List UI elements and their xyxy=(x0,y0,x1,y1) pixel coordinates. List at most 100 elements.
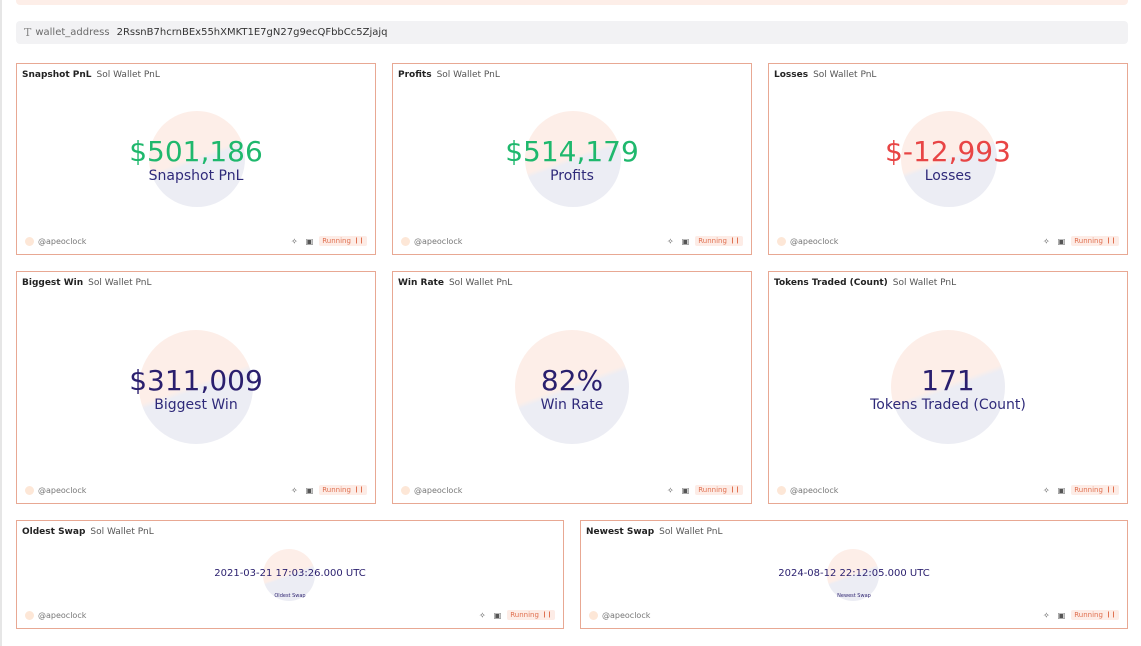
counter-label: Newest Swap xyxy=(837,593,871,599)
top-widget-edge xyxy=(16,0,1128,5)
author-handle[interactable]: @apeoclock xyxy=(414,237,462,246)
pause-icon: ❙❙ xyxy=(541,611,552,618)
sparkle-icon[interactable]: ✧ xyxy=(1043,486,1050,495)
sparkle-icon[interactable]: ✧ xyxy=(291,237,298,246)
author-handle[interactable]: @apeoclock xyxy=(414,486,462,495)
counter-visualization: 82% Win Rate xyxy=(393,272,751,503)
camera-icon[interactable]: ▣ xyxy=(494,611,502,620)
parameter-name: wallet_address xyxy=(35,27,110,38)
avatar[interactable] xyxy=(25,236,34,246)
author-handle[interactable]: @apeoclock xyxy=(38,611,86,620)
avatar[interactable] xyxy=(777,236,786,246)
running-status-badge[interactable]: Running ❙❙ xyxy=(1071,485,1119,495)
author-handle[interactable]: @apeoclock xyxy=(38,486,86,495)
card-footer: @apeoclock ✧ ▣ Running ❙❙ xyxy=(777,235,1119,247)
counter-value: $514,179 xyxy=(505,135,639,168)
camera-icon[interactable]: ▣ xyxy=(682,237,690,246)
avatar[interactable] xyxy=(401,485,410,495)
running-status-badge[interactable]: Running ❙❙ xyxy=(1071,236,1119,246)
counter-card-newest-swap[interactable]: Newest Swap Sol Wallet PnL 2024-08-12 22:… xyxy=(580,520,1128,629)
counter-value: $501,186 xyxy=(129,135,263,168)
pause-icon: ❙❙ xyxy=(1105,486,1116,493)
parameter-value[interactable]: 2RssnB7hcrnBEx55hXMKT1E7gN27g9ecQFbbCc5Z… xyxy=(117,27,388,38)
author-handle[interactable]: @apeoclock xyxy=(790,237,838,246)
wallet-address-parameter[interactable]: T wallet_address 2RssnB7hcrnBEx55hXMKT1E… xyxy=(16,21,1128,44)
author-handle[interactable]: @apeoclock xyxy=(790,486,838,495)
camera-icon[interactable]: ▣ xyxy=(306,486,314,495)
camera-icon[interactable]: ▣ xyxy=(1058,611,1066,620)
pause-icon: ❙❙ xyxy=(353,486,364,493)
avatar[interactable] xyxy=(25,485,34,495)
counter-value: $-12,993 xyxy=(885,135,1011,168)
card-footer: @apeoclock ✧ ▣ Running ❙❙ xyxy=(589,609,1119,621)
counter-value: 2021-03-21 17:03:26.000 UTC xyxy=(214,568,366,579)
counter-value: 82% xyxy=(540,364,604,397)
status-text: Running xyxy=(698,486,727,494)
running-status-badge[interactable]: Running ❙❙ xyxy=(1071,610,1119,620)
sparkle-icon[interactable]: ✧ xyxy=(479,611,486,620)
card-footer: @apeoclock ✧ ▣ Running ❙❙ xyxy=(25,484,367,496)
counter-value: 2024-08-12 22:12:05.000 UTC xyxy=(778,568,930,579)
avatar[interactable] xyxy=(25,610,34,620)
counter-card-losses[interactable]: Losses Sol Wallet PnL $-12,993 Losses @ap… xyxy=(768,63,1128,255)
running-status-badge[interactable]: Running ❙❙ xyxy=(319,485,367,495)
counter-visualization: $311,009 Biggest Win xyxy=(17,272,375,503)
camera-icon[interactable]: ▣ xyxy=(1058,486,1066,495)
counter-label: Snapshot PnL xyxy=(148,168,244,184)
pause-icon: ❙❙ xyxy=(1105,611,1116,618)
counter-label: Oldest Swap xyxy=(274,593,306,599)
left-scroll-rail xyxy=(0,0,2,646)
counter-label: Losses xyxy=(924,168,972,184)
pause-icon: ❙❙ xyxy=(1105,237,1116,244)
running-status-badge[interactable]: Running ❙❙ xyxy=(319,236,367,246)
running-status-badge[interactable]: Running ❙❙ xyxy=(695,236,743,246)
text-type-icon: T xyxy=(24,26,32,39)
counter-value: $311,009 xyxy=(129,364,263,397)
status-text: Running xyxy=(1074,486,1103,494)
author-handle[interactable]: @apeoclock xyxy=(602,611,650,620)
counter-value: 171 xyxy=(921,364,975,397)
author-handle[interactable]: @apeoclock xyxy=(38,237,86,246)
counter-card-oldest-swap[interactable]: Oldest Swap Sol Wallet PnL 2021-03-21 17:… xyxy=(16,520,564,629)
avatar[interactable] xyxy=(401,236,410,246)
sparkle-icon[interactable]: ✧ xyxy=(1043,611,1050,620)
status-text: Running xyxy=(1074,237,1103,245)
camera-icon[interactable]: ▣ xyxy=(682,486,690,495)
counter-visualization: $-12,993 Losses xyxy=(769,64,1127,254)
counter-label: Tokens Traded (Count) xyxy=(870,397,1026,413)
status-text: Running xyxy=(322,237,351,245)
sparkle-icon[interactable]: ✧ xyxy=(667,237,674,246)
avatar[interactable] xyxy=(777,485,786,495)
counter-card-profits[interactable]: Profits Sol Wallet PnL $514,179 Profits @… xyxy=(392,63,752,255)
counter-card-biggest-win[interactable]: Biggest Win Sol Wallet PnL $311,009 Bigge… xyxy=(16,271,376,504)
counter-visualization: 171 Tokens Traded (Count) xyxy=(769,272,1127,503)
avatar[interactable] xyxy=(589,610,598,620)
running-status-badge[interactable]: Running ❙❙ xyxy=(507,610,555,620)
counter-visualization: $501,186 Snapshot PnL xyxy=(17,64,375,254)
card-footer: @apeoclock ✧ ▣ Running ❙❙ xyxy=(777,484,1119,496)
pause-icon: ❙❙ xyxy=(729,486,740,493)
running-status-badge[interactable]: Running ❙❙ xyxy=(695,485,743,495)
camera-icon[interactable]: ▣ xyxy=(1058,237,1066,246)
status-text: Running xyxy=(322,486,351,494)
card-footer: @apeoclock ✧ ▣ Running ❙❙ xyxy=(25,235,367,247)
counter-card-win-rate[interactable]: Win Rate Sol Wallet PnL 82% Win Rate @ape… xyxy=(392,271,752,504)
card-footer: @apeoclock ✧ ▣ Running ❙❙ xyxy=(401,484,743,496)
counter-visualization: $514,179 Profits xyxy=(393,64,751,254)
status-text: Running xyxy=(1074,611,1103,619)
counter-label: Win Rate xyxy=(540,397,604,413)
pause-icon: ❙❙ xyxy=(729,237,740,244)
sparkle-icon[interactable]: ✧ xyxy=(291,486,298,495)
card-footer: @apeoclock ✧ ▣ Running ❙❙ xyxy=(401,235,743,247)
counter-card-tokens-traded[interactable]: Tokens Traded (Count) Sol Wallet PnL 171 … xyxy=(768,271,1128,504)
sparkle-icon[interactable]: ✧ xyxy=(1043,237,1050,246)
status-text: Running xyxy=(698,237,727,245)
counter-label: Profits xyxy=(550,168,594,184)
counter-card-snapshot-pnl[interactable]: Snapshot PnL Sol Wallet PnL $501,186 Snap… xyxy=(16,63,376,255)
counter-label: Biggest Win xyxy=(154,397,238,413)
sparkle-icon[interactable]: ✧ xyxy=(667,486,674,495)
status-text: Running xyxy=(510,611,539,619)
camera-icon[interactable]: ▣ xyxy=(306,237,314,246)
card-footer: @apeoclock ✧ ▣ Running ❙❙ xyxy=(25,609,555,621)
pause-icon: ❙❙ xyxy=(353,237,364,244)
